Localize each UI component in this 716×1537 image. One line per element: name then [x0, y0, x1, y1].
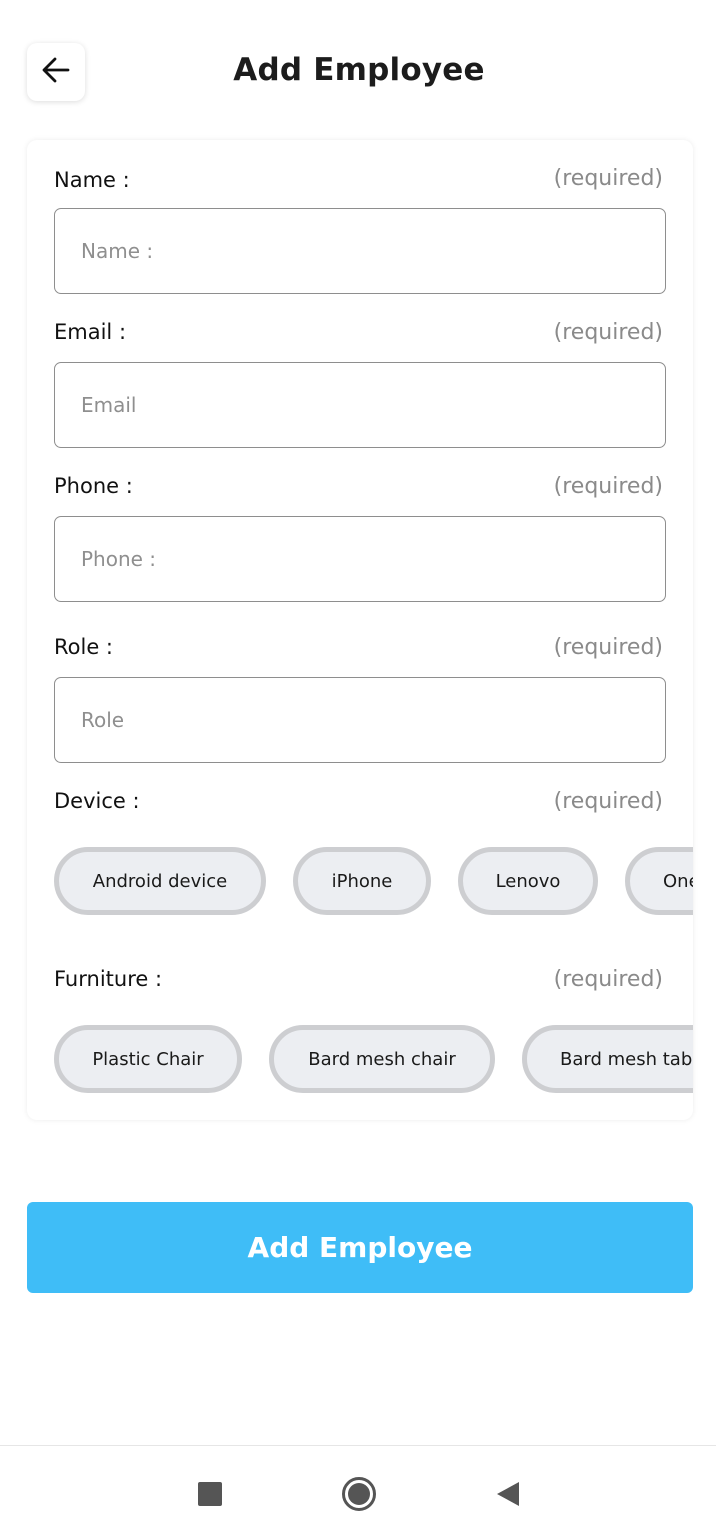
add-employee-screen: Add Employee Name : (required) Email : (…	[0, 0, 716, 1537]
employee-form-card: Name : (required) Email : (required) Pho…	[27, 140, 693, 1120]
device-chip[interactable]: Lenovo	[458, 847, 598, 915]
page-title: Add Employee	[233, 52, 485, 88]
square-icon[interactable]	[192, 1476, 228, 1512]
email-input[interactable]	[54, 362, 666, 448]
phone-label: Phone :	[54, 474, 133, 498]
furniture-chip[interactable]: Bard mesh chair	[269, 1025, 495, 1093]
device-chip[interactable]: iPhone	[293, 847, 431, 915]
furniture-required-note: (required)	[553, 967, 663, 992]
name-required-note: (required)	[553, 166, 663, 191]
device-chip-list: Android device iPhone Lenovo One	[54, 847, 693, 915]
email-required-note: (required)	[553, 320, 663, 345]
add-employee-button[interactable]: Add Employee	[27, 1202, 693, 1293]
device-label: Device :	[54, 789, 140, 813]
furniture-chip-list: Plastic Chair Bard mesh chair Bard mesh …	[54, 1025, 693, 1093]
furniture-chip[interactable]: Bard mesh tab	[522, 1025, 693, 1093]
email-label: Email :	[54, 320, 127, 344]
role-required-note: (required)	[553, 635, 663, 660]
furniture-chip[interactable]: Plastic Chair	[54, 1025, 242, 1093]
name-input[interactable]	[54, 208, 666, 294]
device-chip[interactable]: Android device	[54, 847, 266, 915]
system-nav-bar	[0, 1445, 716, 1537]
role-input[interactable]	[54, 677, 666, 763]
phone-input[interactable]	[54, 516, 666, 602]
furniture-label: Furniture :	[54, 967, 163, 991]
device-required-note: (required)	[553, 789, 663, 814]
triangle-back-icon[interactable]	[490, 1476, 526, 1512]
circle-icon[interactable]	[341, 1476, 377, 1512]
phone-required-note: (required)	[553, 474, 663, 499]
device-chip[interactable]: One	[625, 847, 693, 915]
role-label: Role :	[54, 635, 114, 659]
name-label: Name :	[54, 168, 130, 192]
